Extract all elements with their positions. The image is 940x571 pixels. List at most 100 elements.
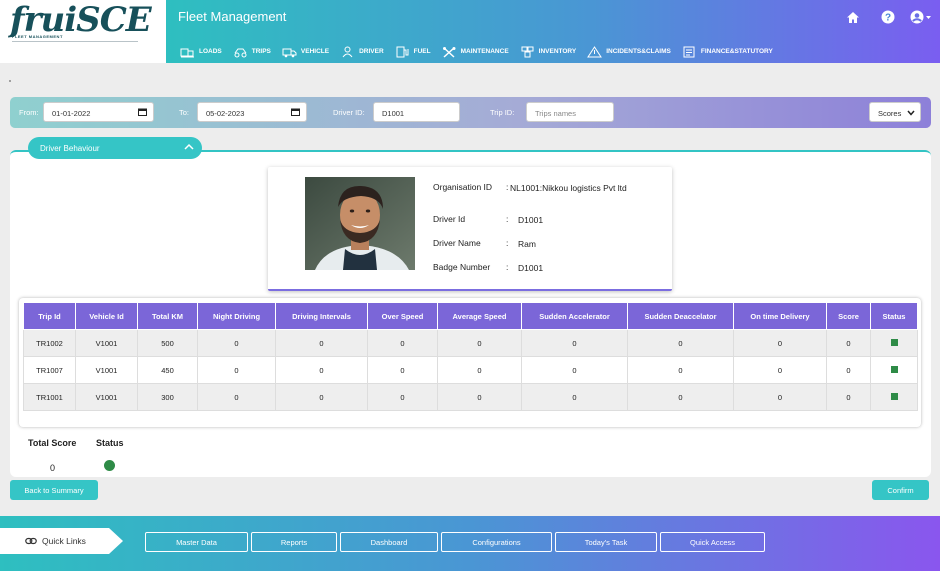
nav-inventory[interactable]: INVENTORY <box>520 46 577 58</box>
col-score[interactable]: Score <box>826 302 871 330</box>
col-status[interactable]: Status <box>870 302 918 330</box>
link-icon <box>25 537 37 545</box>
nav-driver[interactable]: DRIVER <box>340 46 384 58</box>
logo[interactable]: fruiSCE FLEET MANAGEMENT <box>0 0 166 63</box>
cell-night-driving: 0 <box>197 356 276 384</box>
cell-night-driving: 0 <box>197 329 276 357</box>
col-trip-id[interactable]: Trip Id <box>23 302 76 330</box>
col-average-speed[interactable]: Average Speed <box>437 302 522 330</box>
col-on-time-delivery[interactable]: On time Delivery <box>733 302 827 330</box>
status-indicator <box>890 392 898 400</box>
quick-link-quick-access[interactable]: Quick Access <box>660 532 765 552</box>
table-row[interactable]: TR1007 V1001 450 0 0 0 0 0 0 0 0 <box>23 356 918 384</box>
quick-link-dashboard[interactable]: Dashboard <box>340 532 438 552</box>
cell-on-time-delivery: 0 <box>733 329 827 357</box>
driver-name-label: Driver Name <box>433 238 481 248</box>
section-title: Driver Behaviour <box>40 143 100 153</box>
col-sudden-deaccelator[interactable]: Sudden Deaccelator <box>627 302 734 330</box>
col-driving-intervals[interactable]: Driving Intervals <box>275 302 368 330</box>
to-label: To: <box>179 108 190 117</box>
badge-number-label: Badge Number <box>433 262 491 272</box>
inventory-icon <box>521 46 534 57</box>
badge-number-colon: : <box>506 262 509 272</box>
driver-behaviour-tab[interactable]: Driver Behaviour <box>28 137 202 159</box>
cell-sudden-deaccelator: 0 <box>627 329 734 357</box>
badge-number-value: D1001 <box>518 263 544 273</box>
status-indicator <box>890 338 898 346</box>
trip-id-label: Trip ID: <box>490 108 515 117</box>
filter-bar: From: 01-01-2022 To: 05-02-2023 Driver I… <box>10 97 931 128</box>
driver-id-field-value: D1001 <box>518 215 544 225</box>
cell-on-time-delivery: 0 <box>733 383 827 411</box>
maintenance-icon <box>442 46 456 58</box>
svg-text:?: ? <box>885 13 891 24</box>
driver-id-input[interactable]: D1001 <box>373 102 460 122</box>
cell-sudden-accelerator: 0 <box>521 383 628 411</box>
trip-id-input[interactable]: Trips names <box>526 102 614 122</box>
org-id-colon: : <box>506 182 509 192</box>
nav-loads[interactable]: LOADS <box>180 46 222 58</box>
cell-trip-id: TR1002 <box>23 329 76 357</box>
total-score-value: 0 <box>50 463 56 473</box>
calendar-icon <box>291 108 300 116</box>
vehicle-icon <box>282 48 297 57</box>
confirm-button[interactable]: Confirm <box>872 480 929 500</box>
from-date-input[interactable]: 01-01-2022 <box>43 102 154 122</box>
cell-sudden-deaccelator: 0 <box>627 383 734 411</box>
quick-links-label: Quick Links <box>0 528 123 554</box>
status-label: Status <box>96 438 124 448</box>
trips-icon <box>234 48 247 57</box>
nav-finance[interactable]: FINANCE&STATUTORY <box>682 46 773 58</box>
chevron-up-icon <box>184 143 194 150</box>
quick-link-todays-task[interactable]: Today's Task <box>555 532 657 552</box>
cell-average-speed: 0 <box>437 383 522 411</box>
quick-link-configurations[interactable]: Configurations <box>441 532 552 552</box>
nav-driver-label: DRIVER <box>359 48 384 55</box>
driver-name-colon: : <box>506 238 509 248</box>
cell-status <box>870 356 918 384</box>
home-icon[interactable] <box>844 8 862 26</box>
nav-loads-label: LOADS <box>199 48 222 55</box>
nav-fuel[interactable]: FUEL <box>395 46 431 58</box>
cell-night-driving: 0 <box>197 383 276 411</box>
nav-vehicle[interactable]: VEHICLE <box>282 46 329 58</box>
quick-link-reports[interactable]: Reports <box>251 532 337 552</box>
col-sudden-accelerator[interactable]: Sudden Accelerator <box>521 302 628 330</box>
table-row[interactable]: TR1002 V1001 500 0 0 0 0 0 0 0 0 <box>23 329 918 357</box>
cell-average-speed: 0 <box>437 329 522 357</box>
cell-sudden-accelerator: 0 <box>521 356 628 384</box>
nav-inventory-label: INVENTORY <box>538 48 577 55</box>
nav-maintenance-label: MAINTENANCE <box>460 48 509 55</box>
cell-average-speed: 0 <box>437 356 522 384</box>
col-over-speed[interactable]: Over Speed <box>367 302 438 330</box>
total-score-label: Total Score <box>28 438 77 448</box>
scores-select[interactable]: Scores <box>869 102 921 122</box>
col-night-driving[interactable]: Night Driving <box>197 302 276 330</box>
table-row[interactable]: TR1001 V1001 300 0 0 0 0 0 0 0 0 <box>23 383 918 411</box>
nav-incidents-label: INCIDENTS&CLAIMS <box>606 48 671 55</box>
driver-id-value: D1001 <box>382 109 405 118</box>
chevron-down-icon <box>907 110 915 116</box>
col-total-km[interactable]: Total KM <box>137 302 198 330</box>
cell-total-km: 300 <box>137 383 198 411</box>
user-account-icon[interactable] <box>910 8 934 26</box>
scores-selected-value: Scores <box>878 109 902 118</box>
to-date-input[interactable]: 05-02-2023 <box>197 102 307 122</box>
back-to-summary-button[interactable]: Back to Summary <box>10 480 98 500</box>
stray-dot <box>9 80 11 82</box>
quick-link-master-data[interactable]: Master Data <box>145 532 248 552</box>
col-vehicle-id[interactable]: Vehicle Id <box>75 302 138 330</box>
help-icon[interactable]: ? <box>879 8 897 26</box>
to-date-value: 05-02-2023 <box>206 109 245 118</box>
nav-trips[interactable]: TRIPS <box>233 46 271 58</box>
cell-sudden-deaccelator: 0 <box>627 356 734 384</box>
cell-driving-intervals: 0 <box>275 329 368 357</box>
nav-maintenance[interactable]: MAINTENANCE <box>442 46 509 58</box>
cell-driving-intervals: 0 <box>275 383 368 411</box>
nav-incidents[interactable]: INCIDENTS&CLAIMS <box>587 45 671 58</box>
nav-trips-label: TRIPS <box>251 48 271 55</box>
cell-driving-intervals: 0 <box>275 356 368 384</box>
logo-divider <box>12 41 138 42</box>
status-dot <box>104 460 115 471</box>
from-label: From: <box>19 108 39 117</box>
